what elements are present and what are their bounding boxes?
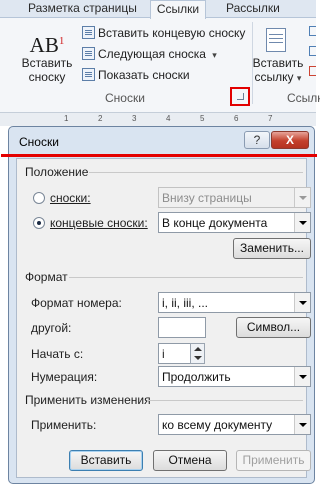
close-button[interactable]: X	[271, 131, 309, 149]
chevron-down-icon	[294, 367, 310, 386]
apply-section-title: Применить изменения	[25, 393, 151, 407]
footnotes-radio[interactable]	[33, 192, 45, 204]
position-section-title: Положение	[25, 165, 89, 179]
footnotes-location-select[interactable]: Внизу страницы	[158, 187, 311, 208]
insert-citation-button[interactable]: Вставить ссылку ▾	[252, 26, 304, 85]
custom-mark-label: другой:	[31, 321, 72, 335]
footnotes-location-value: Внизу страницы	[162, 191, 252, 205]
start-at-stepper[interactable]	[190, 343, 205, 364]
insert-button[interactable]: Вставить	[69, 450, 143, 471]
dialog-titlebar[interactable]: Сноски ? X	[9, 127, 314, 155]
format-section-rule	[69, 277, 303, 278]
insert-citation-label-line2: ссылку ▾	[254, 70, 302, 84]
start-at-value: i	[162, 347, 165, 361]
footnotes-radio-label: сноски:	[50, 191, 91, 205]
next-footnote-icon	[82, 47, 95, 60]
ruler-number: 3	[132, 114, 137, 123]
chevron-down-icon	[294, 188, 310, 207]
show-notes-label: Показать сноски	[98, 68, 190, 82]
help-button[interactable]: ?	[244, 131, 270, 149]
endnotes-location-select[interactable]: В конце документа	[158, 212, 311, 233]
insert-footnote-icon: AB1	[29, 33, 65, 57]
apply-to-value: ко всему документу	[162, 418, 273, 432]
ruler-number: 7	[268, 114, 273, 123]
ribbon: Разметка страницы Ссылки Рассылки AB1 Вс…	[0, 0, 320, 112]
endnotes-radio[interactable]	[33, 217, 45, 229]
footnotes-dialog-launcher[interactable]	[230, 87, 250, 106]
insert-endnote-icon	[82, 26, 95, 39]
custom-mark-input[interactable]	[158, 317, 206, 338]
footnotes-group-label: Сноски	[105, 91, 145, 105]
chevron-down-icon	[294, 293, 310, 312]
apply-button[interactable]: Применить	[236, 450, 311, 471]
numbering-select[interactable]: Продолжить	[158, 366, 311, 387]
start-at-input[interactable]: i	[158, 343, 191, 364]
highlight-underline	[1, 154, 317, 157]
replace-button[interactable]: Заменить...	[233, 238, 311, 259]
increment-icon[interactable]	[194, 347, 202, 351]
tab-page-layout[interactable]: Разметка страницы	[28, 0, 138, 18]
insert-citation-icon	[252, 26, 304, 56]
insert-endnote-label: Вставить концевую сноску	[98, 26, 246, 40]
ruler-number: 6	[234, 114, 239, 123]
number-format-value: i, ii, iii, ...	[162, 296, 209, 310]
format-section-title: Формат	[25, 270, 68, 284]
endnotes-location-value: В конце документа	[162, 216, 268, 230]
footnotes-dialog: Сноски ? X Положение сноски: Внизу стран…	[1, 126, 317, 484]
chevron-down-icon	[294, 213, 310, 232]
apply-to-select[interactable]: ко всему документу	[158, 414, 311, 435]
chevron-down-icon	[294, 415, 310, 434]
numbering-label: Нумерация:	[31, 370, 98, 384]
tab-references[interactable]: Ссылки	[150, 0, 206, 19]
ruler: 1 2 3 4 5 6 7	[0, 112, 316, 126]
insert-endnote-button[interactable]: Вставить концевую сноску	[82, 24, 245, 42]
show-notes-icon	[82, 68, 95, 81]
apply-to-label: Применить:	[31, 418, 97, 432]
ruler-number: 1	[64, 114, 69, 123]
ribbon-tab-bar: Разметка страницы Ссылки Рассылки	[0, 0, 316, 19]
ruler-number: 2	[98, 114, 103, 123]
start-at-label: Начать с:	[31, 347, 84, 361]
show-notes-button[interactable]: Показать сноски	[82, 66, 190, 84]
number-format-label: Формат номера:	[31, 296, 122, 310]
number-format-select[interactable]: i, ii, iii, ...	[158, 292, 311, 313]
decrement-icon[interactable]	[194, 356, 202, 360]
insert-footnote-button[interactable]: AB1 Вставить сноску	[16, 26, 78, 84]
insert-footnote-label-line2: сноску	[28, 70, 66, 84]
next-footnote-label: Следующая сноска	[98, 47, 206, 61]
insert-citation-label-line1: Вставить	[252, 56, 304, 70]
dialog-client-area: Положение сноски: Внизу страницы концевы…	[16, 158, 311, 478]
tab-mailings[interactable]: Рассылки	[226, 0, 286, 18]
ruler-number: 4	[166, 114, 171, 123]
insert-footnote-label-line1: Вставить	[21, 56, 73, 70]
cancel-button[interactable]: Отмена	[153, 450, 227, 471]
symbol-button[interactable]: Символ...	[236, 317, 311, 338]
next-footnote-dropdown-icon[interactable]: ▾	[212, 50, 217, 60]
citation-side-icons	[309, 26, 316, 86]
insert-citation-dropdown-icon[interactable]: ▾	[297, 73, 302, 83]
endnotes-radio-label: концевые сноски:	[50, 216, 148, 230]
position-section-rule	[89, 172, 303, 173]
next-footnote-button[interactable]: Следующая сноска ▾	[82, 45, 217, 63]
dialog-title: Сноски	[19, 135, 59, 149]
ruler-number: 5	[200, 114, 205, 123]
numbering-value: Продолжить	[162, 370, 231, 384]
apply-section-rule	[147, 400, 303, 401]
citations-group-label: Ссылк	[287, 91, 320, 105]
